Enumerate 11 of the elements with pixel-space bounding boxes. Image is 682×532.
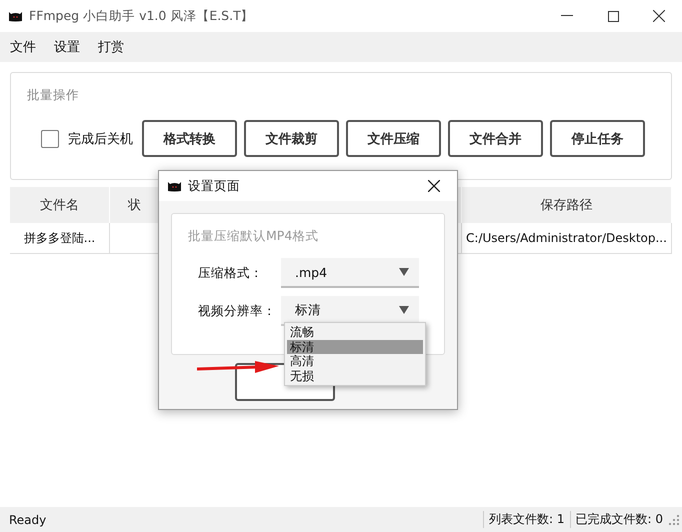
group-title: 批量压缩默认MP4格式 bbox=[188, 228, 320, 245]
group-title: 批量操作 bbox=[27, 87, 80, 104]
status-text: 列表文件数: 1 bbox=[483, 511, 570, 528]
window-title: FFmpeg 小白助手 v1.0 风泽【E.S.T】 bbox=[29, 8, 255, 24]
table-cell: 拼多多登陆... bbox=[10, 223, 110, 254]
dialog-title: 设置页面 bbox=[188, 178, 241, 194]
field-label: 视频分辨率： bbox=[197, 302, 277, 320]
field-label: 压缩格式： bbox=[197, 264, 264, 282]
status-text: Ready bbox=[8, 512, 48, 526]
table-cell: C:/Users/Administrator/Desktop... bbox=[462, 223, 672, 254]
status-text: 已完成文件数: 0 bbox=[570, 511, 668, 528]
